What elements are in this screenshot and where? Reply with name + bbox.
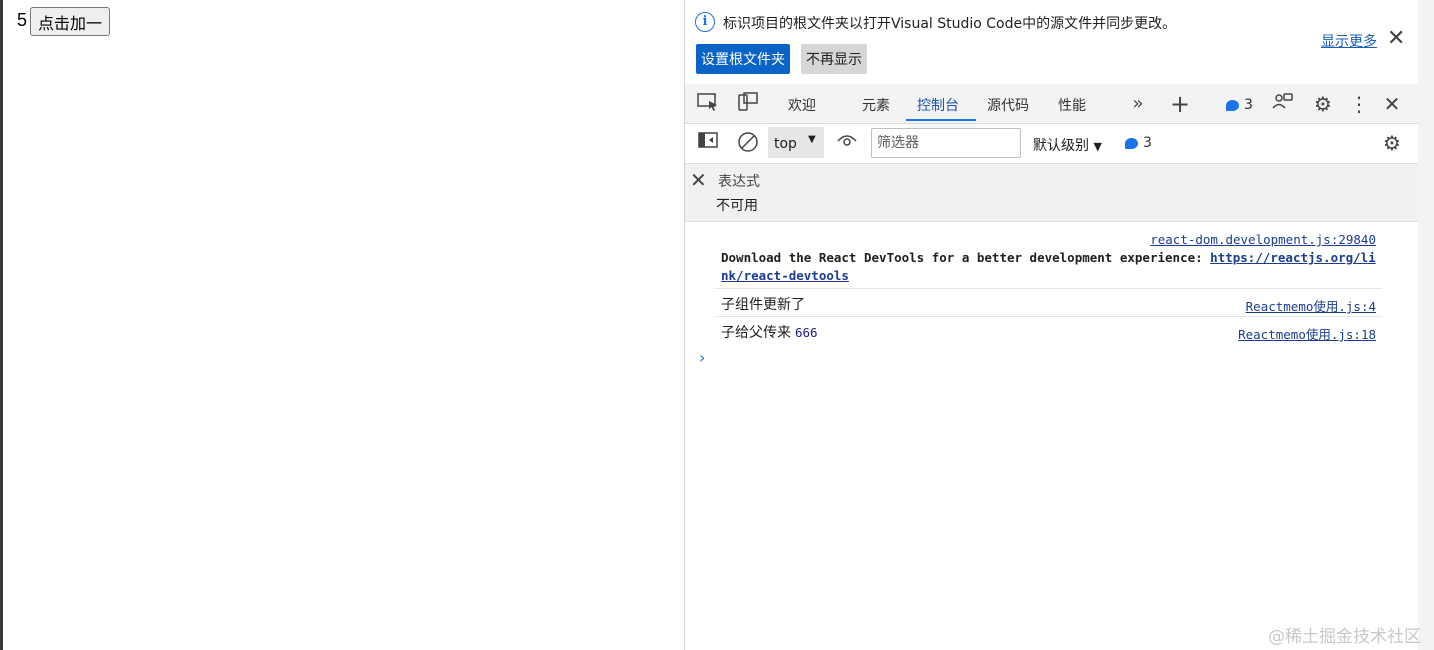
log-level-select[interactable]: 默认级别 ▼ [1033, 135, 1102, 155]
devtools-tabbar: 欢迎 元素 控制台 源代码 性能 » + 3 ⚙ ⋮ ✕ [685, 84, 1418, 124]
issues-badge[interactable]: 3 [1226, 97, 1253, 113]
web-page: 5 点击加一 [3, 0, 684, 650]
message-source-link[interactable]: Reactmemo使用.js:18 [1238, 324, 1376, 343]
workspace-infobar: i 标识项目的根文件夹以打开Visual Studio Code中的源文件并同步… [685, 0, 1418, 84]
close-icon[interactable]: ✕ [1379, 92, 1405, 116]
console-toolbar: top ▼ 默认级别 ▼ 3 ⚙ [685, 124, 1418, 164]
chevron-down-icon: ▼ [808, 134, 816, 145]
infobar-message: 标识项目的根文件夹以打开Visual Studio Code中的源文件并同步更改… [723, 16, 1177, 32]
console-message: 子组件更新了 [721, 297, 805, 313]
remove-expression-icon[interactable]: ✕ [690, 168, 707, 192]
issues-icon [1125, 137, 1138, 149]
devtools-panel: i 标识项目的根文件夹以打开Visual Studio Code中的源文件并同步… [685, 0, 1418, 650]
window-edge-right [1418, 0, 1434, 650]
watermark: @稀土掘金技术社区 [1268, 627, 1421, 647]
caret-down-icon: ▼ [1093, 140, 1102, 153]
add-tab-icon[interactable]: + [1167, 92, 1193, 116]
kebab-icon[interactable]: ⋮ [1346, 92, 1372, 116]
live-expression: ✕ 表达式 不可用 [685, 164, 1418, 222]
tab-elements[interactable]: 元素 [862, 95, 890, 115]
logged-number: 666 [795, 325, 818, 340]
message-divider [715, 288, 1382, 289]
sidebar-toggle-icon[interactable] [695, 131, 721, 155]
settings-icon[interactable]: ⚙ [1310, 92, 1336, 116]
filter-input[interactable] [871, 128, 1021, 158]
console-message: 子给父传来 666 [721, 325, 818, 341]
infobar-close-icon[interactable]: ✕ [1387, 28, 1405, 50]
more-tabs-icon[interactable]: » [1125, 92, 1151, 116]
expression-label: 表达式 [718, 174, 760, 190]
active-tab-indicator [906, 119, 976, 121]
expression-value: 不可用 [716, 198, 758, 214]
message-divider [715, 316, 1382, 317]
tab-console[interactable]: 控制台 [917, 95, 959, 115]
screen: 5 点击加一 i 标识项目的根文件夹以打开Visual Studio Code中… [0, 0, 1434, 650]
info-icon: i [695, 12, 715, 32]
set-root-folder-button[interactable]: 设置根文件夹 [696, 44, 790, 74]
clear-console-icon[interactable] [735, 131, 761, 155]
message-source-link[interactable]: Reactmemo使用.js:4 [1246, 296, 1376, 315]
live-expression-icon[interactable] [834, 131, 860, 155]
console-issues-badge[interactable]: 3 [1125, 135, 1152, 151]
show-more-link[interactable]: 显示更多 [1321, 31, 1377, 51]
console-settings-icon[interactable]: ⚙ [1379, 131, 1405, 155]
tab-sources[interactable]: 源代码 [987, 95, 1029, 115]
tab-performance[interactable]: 性能 [1058, 95, 1086, 115]
increment-button[interactable]: 点击加一 [30, 7, 111, 36]
inspect-icon[interactable] [695, 92, 721, 116]
tab-welcome[interactable]: 欢迎 [788, 95, 816, 115]
connect-icon[interactable] [1270, 92, 1296, 116]
console-message: Download the React DevTools for a better… [721, 250, 1376, 283]
message-source-link[interactable]: react-dom.development.js:29840 [1150, 232, 1376, 247]
counter-value: 5 [17, 10, 28, 30]
console-prompt-icon[interactable]: › [699, 348, 705, 367]
issues-icon [1226, 99, 1239, 111]
dont-show-again-button[interactable]: 不再显示 [801, 44, 867, 74]
device-toggle-icon[interactable] [735, 92, 761, 116]
context-select[interactable]: top ▼ [768, 127, 824, 158]
